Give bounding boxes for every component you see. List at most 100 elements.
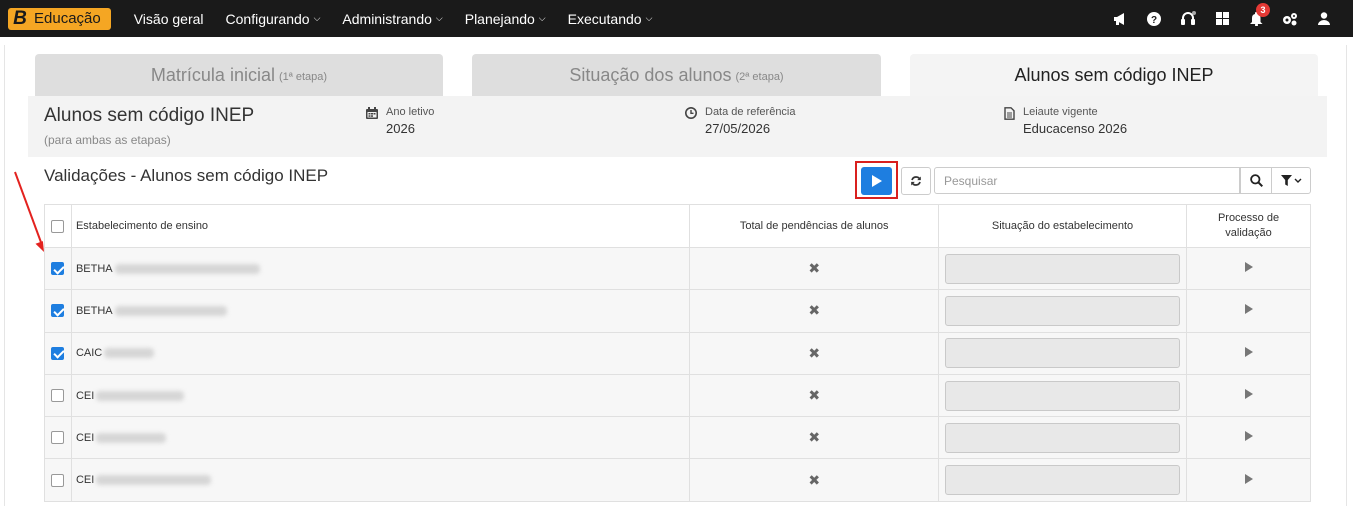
row-estabelecimento: CEI [70, 458, 691, 502]
ano-letivo-value: 2026 [386, 121, 415, 136]
col-processo-validacao[interactable]: Processo de validação [1186, 204, 1311, 248]
tabs: Matrícula inicial (1ª etapa) Situação dos… [35, 54, 1325, 96]
table-row[interactable]: CEI ✖ [44, 416, 1311, 460]
tab-label: Alunos sem código INEP [1014, 64, 1214, 85]
search-icon [1249, 174, 1263, 187]
row-processo [1186, 416, 1311, 460]
user-icon[interactable] [1307, 0, 1341, 37]
table-row[interactable]: CEI ✖ [44, 373, 1311, 418]
validation-table: Estabelecimento de ensino Total de pendê… [44, 204, 1311, 502]
data-referencia-value: 27/05/2026 [705, 121, 771, 136]
col-situacao[interactable]: Situação do estabelecimento [938, 204, 1188, 248]
play-icon[interactable] [1244, 346, 1253, 357]
status-box [945, 422, 1181, 453]
tab-situacao-alunos[interactable]: Situação dos alunos (2ª etapa) [472, 54, 881, 96]
tab-label: Matrícula inicial [150, 64, 275, 85]
ano-letivo-field: Ano letivo 2026 [366, 106, 434, 136]
nav-label: Administrando [342, 10, 432, 27]
row-checkbox[interactable] [51, 346, 65, 360]
close-icon: ✖ [808, 344, 821, 361]
play-icon[interactable] [1244, 431, 1253, 442]
nav-administrando[interactable]: Administrando ⌵ [331, 0, 453, 37]
row-checkbox[interactable] [51, 304, 65, 318]
play-icon[interactable] [1244, 262, 1253, 273]
nav-planejando[interactable]: Planejando ⌵ [454, 0, 557, 37]
establishment-name: CEI [75, 474, 95, 487]
svg-text:?: ? [1151, 15, 1157, 26]
row-check-cell [44, 373, 72, 418]
row-processo [1186, 289, 1311, 333]
search-button[interactable] [1240, 167, 1272, 194]
tab-alunos-sem-codigo-inep[interactable]: Alunos sem código INEP [910, 54, 1318, 96]
select-all-checkbox[interactable] [51, 219, 65, 233]
close-icon: ✖ [808, 471, 821, 488]
table-row[interactable]: CEI ✖ [44, 458, 1311, 502]
row-check-cell [44, 246, 72, 291]
nav-label: Visão geral [133, 10, 204, 27]
table-row[interactable]: BETHA ✖ [44, 246, 1311, 291]
top-navbar: B Educação Visão geral Configurando ⌵ Adm… [0, 0, 1353, 37]
run-validation-button[interactable] [861, 167, 892, 195]
table-row[interactable]: CAIC ✖ [44, 331, 1311, 375]
row-check-cell [44, 416, 72, 460]
section-title: Validações - Alunos sem código INEP [44, 166, 329, 185]
row-situacao [938, 373, 1188, 418]
chevron-down-icon: ⌵ [313, 13, 321, 23]
chevron-down-icon [1294, 178, 1301, 183]
nav-executando[interactable]: Executando ⌵ [557, 0, 664, 37]
row-situacao [938, 246, 1188, 291]
nav-label: Configurando [225, 10, 310, 27]
search-input[interactable] [934, 167, 1240, 194]
row-checkbox[interactable] [51, 431, 65, 445]
nav-visao-geral[interactable]: Visão geral [123, 0, 215, 37]
apps-grid-icon[interactable] [1205, 0, 1239, 37]
row-processo [1186, 373, 1311, 418]
row-checkbox[interactable] [51, 389, 65, 403]
close-icon: ✖ [808, 429, 821, 446]
filter-button[interactable] [1271, 167, 1311, 194]
tab-suffix: (2ª etapa) [735, 70, 784, 83]
settings-cogs-icon[interactable] [1273, 0, 1307, 37]
data-referencia-label: Data de referência [705, 106, 796, 118]
establishment-name: CAIC [75, 347, 103, 360]
close-icon: ✖ [808, 260, 821, 277]
notification-badge: 3 [1256, 3, 1270, 17]
col-total-pendencias[interactable]: Total de pendências de alunos [689, 204, 940, 248]
play-icon[interactable] [1244, 304, 1253, 315]
row-total: ✖ [689, 289, 940, 333]
row-total: ✖ [689, 416, 940, 460]
data-referencia-field: Data de referência 27/05/2026 [685, 106, 796, 136]
play-icon[interactable] [1244, 389, 1253, 400]
refresh-button[interactable] [901, 167, 931, 195]
help-icon[interactable]: ? [1137, 0, 1171, 37]
row-estabelecimento: CEI [70, 416, 691, 460]
redacted-text [96, 475, 212, 486]
row-total: ✖ [689, 331, 940, 375]
leiaute-value: Educacenso 2026 [1023, 121, 1128, 136]
megaphone-icon[interactable] [1103, 0, 1137, 37]
row-checkbox[interactable] [51, 473, 65, 487]
col-estabelecimento[interactable]: Estabelecimento de ensino [70, 204, 691, 248]
status-box [945, 253, 1181, 284]
close-icon: ✖ [808, 302, 821, 319]
calendar-icon [366, 107, 378, 119]
tab-label: Situação dos alunos [569, 64, 732, 85]
info-panel: Alunos sem código INEP (para ambas as et… [28, 96, 1327, 157]
bell-icon[interactable]: 3 [1239, 0, 1273, 37]
clock-icon [685, 107, 697, 119]
brand-logo[interactable]: B Educação [8, 7, 111, 30]
play-icon [871, 175, 882, 187]
row-checkbox[interactable] [51, 262, 65, 276]
ano-letivo-label: Ano letivo [386, 106, 435, 118]
redacted-text [104, 348, 155, 359]
row-estabelecimento: CEI [70, 373, 691, 418]
table-row[interactable]: BETHA ✖ [44, 289, 1311, 333]
main-content: Matrícula inicial (1ª etapa) Situação dos… [4, 45, 1347, 506]
row-processo [1186, 331, 1311, 375]
row-processo [1186, 246, 1311, 291]
play-icon[interactable] [1244, 473, 1253, 484]
nav-configurando[interactable]: Configurando ⌵ [215, 0, 332, 37]
tab-matricula-inicial[interactable]: Matrícula inicial (1ª etapa) [35, 54, 443, 96]
headset-icon[interactable] [1171, 0, 1205, 37]
row-total: ✖ [689, 373, 940, 418]
